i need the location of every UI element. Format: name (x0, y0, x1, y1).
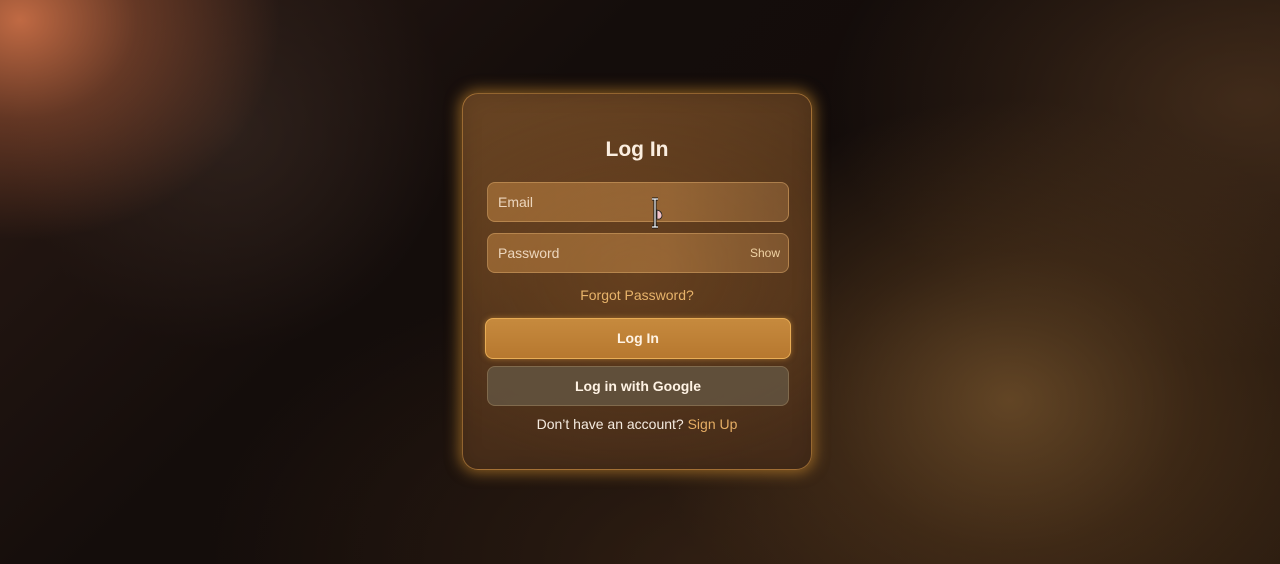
login-card: Log In Show Forgot Password? Log In Log … (462, 93, 812, 470)
forgot-password-link[interactable]: Forgot Password? (463, 287, 811, 303)
signup-prompt-text: Don’t have an account? (536, 416, 684, 432)
page-title: Log In (605, 138, 669, 161)
password-field[interactable]: Show (487, 233, 789, 273)
signup-prompt: Don’t have an account? Sign Up (463, 416, 811, 432)
show-password-button[interactable]: Show (750, 246, 780, 260)
google-login-button[interactable]: Log in with Google (487, 366, 789, 406)
email-field[interactable] (487, 182, 789, 222)
text-cursor-icon (652, 197, 663, 229)
email-input[interactable] (488, 183, 788, 221)
password-input[interactable] (488, 234, 788, 272)
login-button[interactable]: Log In (485, 318, 791, 359)
signup-link[interactable]: Sign Up (688, 416, 738, 432)
